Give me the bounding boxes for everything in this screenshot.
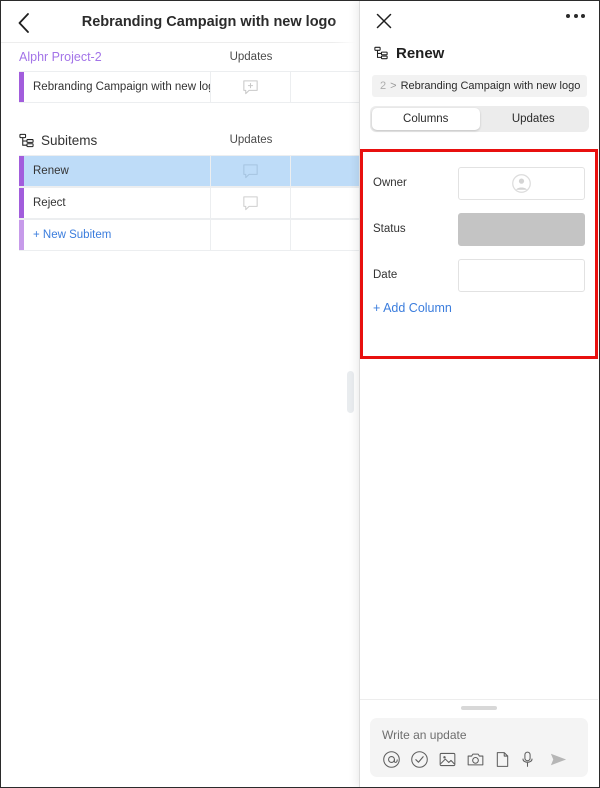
update-composer-container: Write an update xyxy=(360,699,598,787)
panel-title: Renew xyxy=(396,44,445,62)
board-pane: Rebranding Campaign with new logo Alphr … xyxy=(1,1,361,787)
subitem-rows: Renew Reject + New Subitem xyxy=(1,155,361,251)
row-extra-cell xyxy=(291,220,361,250)
subitems-title-group: Subitems xyxy=(19,133,211,148)
breadcrumb[interactable]: 2 > Rebranding Campaign with new logo xyxy=(372,75,587,97)
composer-toolbar xyxy=(382,750,576,769)
column-label: Date xyxy=(373,269,398,281)
breadcrumb-number: 2 xyxy=(380,80,387,92)
mention-at-icon[interactable] xyxy=(382,750,401,769)
person-avatar-icon xyxy=(512,173,531,193)
new-subitem-row[interactable]: + New Subitem xyxy=(19,219,361,251)
board-topbar: Rebranding Campaign with new logo xyxy=(1,1,361,43)
board-rows: Rebranding Campaign with new logo xyxy=(1,71,361,103)
column-header-updates[interactable]: Updates xyxy=(211,51,291,63)
checkmark-circle-icon[interactable] xyxy=(410,750,429,769)
row-updates-cell xyxy=(211,220,291,250)
row-extra-cell[interactable] xyxy=(291,188,361,218)
subitems-header: Subitems Updates xyxy=(1,125,361,155)
table-row[interactable]: Renew xyxy=(19,155,361,187)
subitems-label: Subitems xyxy=(41,132,98,148)
row-updates-cell[interactable] xyxy=(211,156,291,186)
table-row[interactable]: Reject xyxy=(19,187,361,219)
update-input[interactable]: Write an update xyxy=(382,728,576,742)
row-extra-cell[interactable] xyxy=(291,156,361,186)
column-label: Owner xyxy=(373,177,407,189)
breadcrumb-parent-item[interactable]: Rebranding Campaign with new logo xyxy=(401,80,581,92)
owner-value-cell[interactable] xyxy=(458,166,585,200)
subitems-hierarchy-icon xyxy=(19,133,34,147)
camera-icon[interactable] xyxy=(466,750,485,769)
row-updates-cell[interactable] xyxy=(211,72,291,102)
column-label: Status xyxy=(373,223,406,235)
row-name-cell[interactable]: Renew xyxy=(24,156,211,186)
more-options-button[interactable] xyxy=(566,14,585,18)
panel-title-row: Renew xyxy=(360,39,599,67)
row-extra-cell[interactable] xyxy=(291,72,361,102)
new-subitem-button[interactable]: + New Subitem xyxy=(24,220,211,250)
update-bubble-icon xyxy=(243,195,258,210)
app-window: Rebranding Campaign with new logo Alphr … xyxy=(0,0,600,788)
add-column-button[interactable]: + Add Column xyxy=(373,301,585,315)
vertical-scrollbar[interactable] xyxy=(347,371,354,413)
composer-drag-handle[interactable] xyxy=(461,706,497,710)
tab-updates[interactable]: Updates xyxy=(480,108,588,130)
columns-section: Owner Status Date + Add Column xyxy=(360,149,598,359)
chevron-left-icon xyxy=(18,13,29,33)
page-title: Rebranding Campaign with new logo xyxy=(81,14,337,30)
date-value-cell[interactable] xyxy=(458,258,585,292)
back-button[interactable] xyxy=(9,9,37,37)
update-composer: Write an update xyxy=(370,718,588,777)
tab-columns[interactable]: Columns xyxy=(372,108,480,130)
close-button[interactable] xyxy=(374,11,394,31)
row-name-cell[interactable]: Rebranding Campaign with new logo xyxy=(24,72,211,102)
subitems-hierarchy-icon xyxy=(374,46,388,60)
table-row[interactable]: Rebranding Campaign with new logo xyxy=(19,71,361,103)
breadcrumb-separator: > xyxy=(390,80,397,92)
status-value-cell[interactable] xyxy=(458,212,585,246)
file-icon[interactable] xyxy=(494,750,511,769)
add-update-bubble-icon xyxy=(243,79,258,94)
microphone-icon[interactable] xyxy=(520,750,535,769)
board-header: Alphr Project-2 Updates xyxy=(1,43,361,71)
column-field-status: Status xyxy=(373,209,585,249)
image-icon[interactable] xyxy=(438,750,457,769)
subitems-column-header-updates[interactable]: Updates xyxy=(211,134,291,146)
row-name-cell[interactable]: Reject xyxy=(24,188,211,218)
more-options-icon xyxy=(566,14,570,18)
item-detail-panel: Renew 2 > Rebranding Campaign with new l… xyxy=(359,1,599,787)
board-name[interactable]: Alphr Project-2 xyxy=(19,50,211,64)
panel-topbar xyxy=(360,1,599,39)
row-updates-cell[interactable] xyxy=(211,188,291,218)
column-field-date: Date xyxy=(373,255,585,295)
send-arrow-icon[interactable] xyxy=(548,750,569,769)
update-bubble-icon xyxy=(243,163,258,178)
close-x-icon xyxy=(376,13,392,29)
column-field-owner: Owner xyxy=(373,163,585,203)
panel-tabs: Columns Updates xyxy=(370,106,589,132)
